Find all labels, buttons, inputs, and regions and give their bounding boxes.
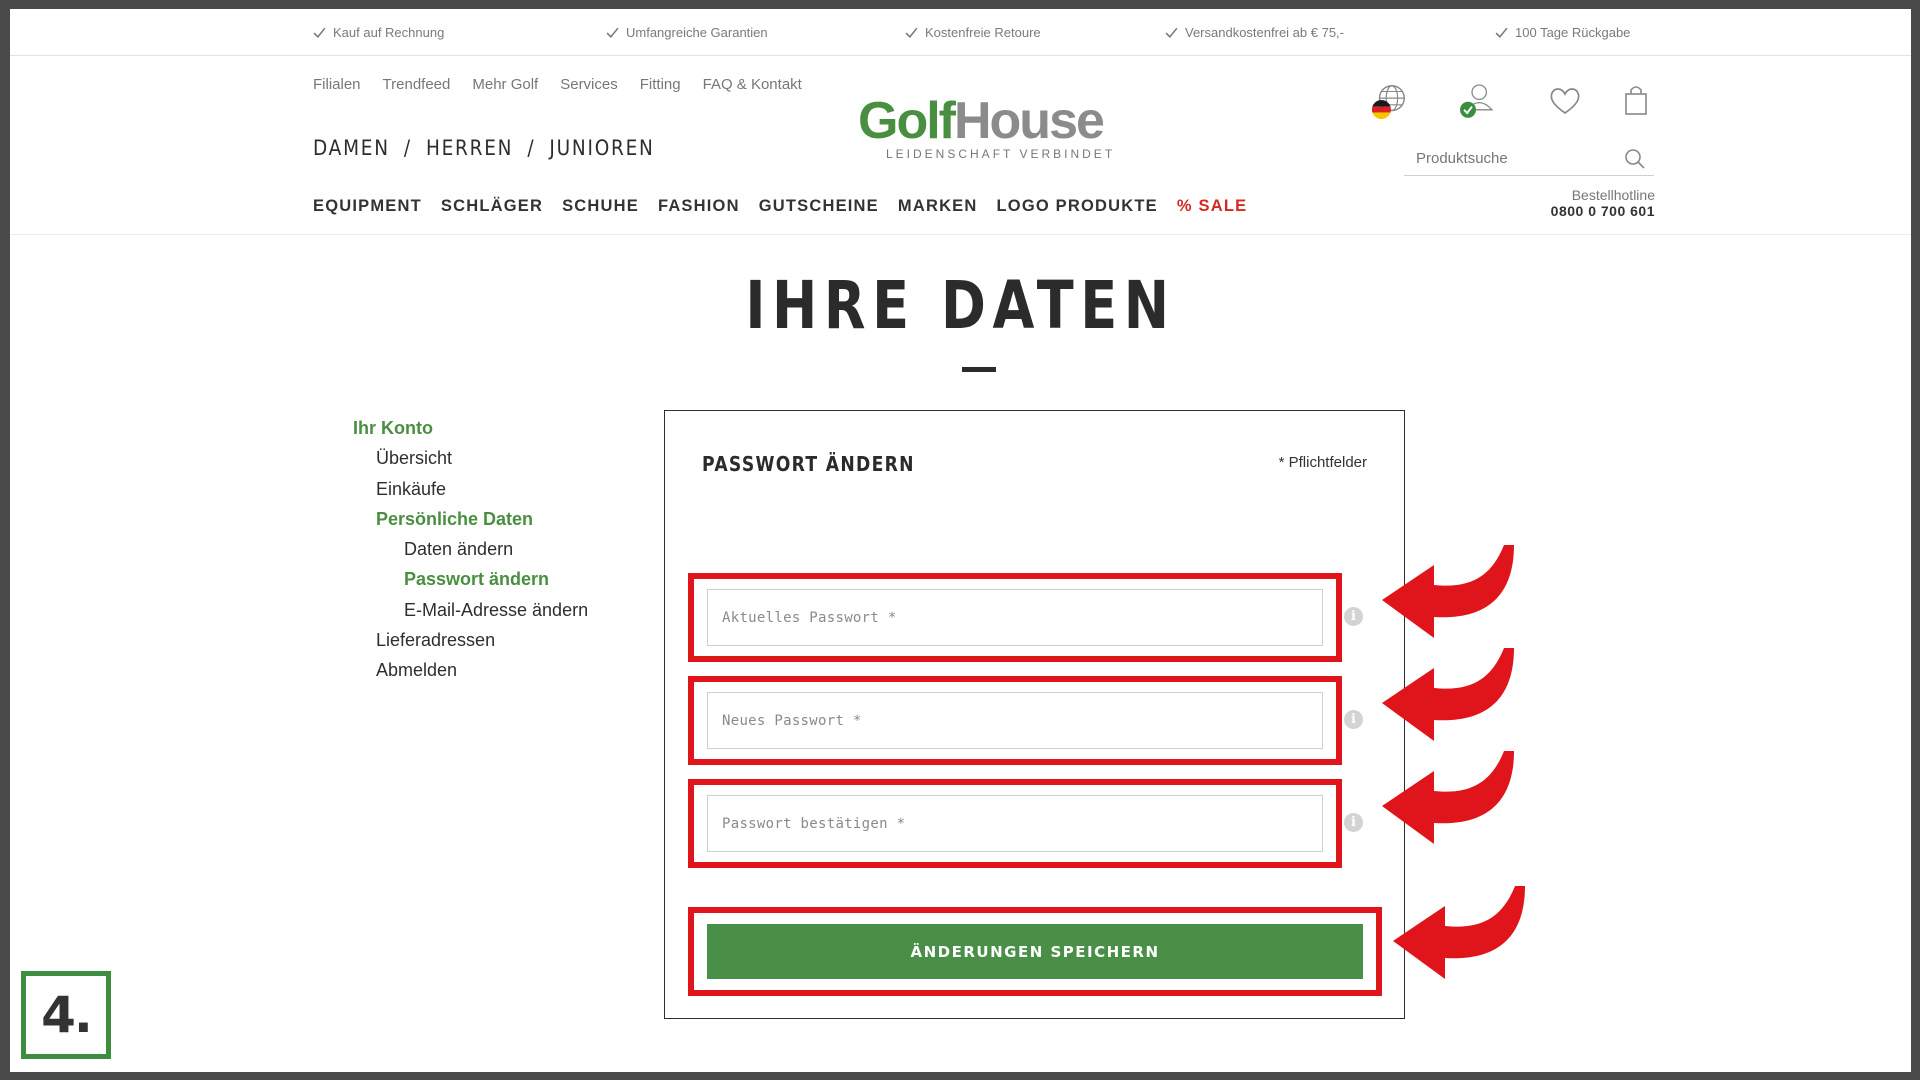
sidebar-item-uebersicht[interactable]: Übersicht <box>353 443 588 473</box>
globe-icon <box>1371 85 1405 120</box>
language-button[interactable] <box>1370 79 1410 123</box>
search-input[interactable] <box>1404 150 1624 167</box>
usp-text: Kauf auf Rechnung <box>333 25 445 40</box>
check-icon <box>1165 27 1178 38</box>
current-password-field <box>707 589 1323 646</box>
wishlist-button[interactable] <box>1545 79 1585 123</box>
curved-arrow-icon <box>1382 751 1514 844</box>
main-nav-gutscheine[interactable]: GUTSCHEINE <box>759 197 879 216</box>
step-number-badge: 4. <box>21 971 111 1059</box>
logo-tagline: LEIDENSCHAFT VERBINDET <box>886 147 1116 161</box>
title-underline <box>962 367 996 372</box>
main-nav-sale[interactable]: % SALE <box>1177 197 1247 216</box>
meta-nav-filialen[interactable]: Filialen <box>313 76 361 93</box>
highlight-confirm-password <box>688 779 1342 868</box>
usp-item: Umfangreiche Garantien <box>606 25 768 40</box>
logo-word-house: House <box>953 92 1105 150</box>
product-search <box>1404 142 1654 176</box>
highlight-new-password <box>688 676 1342 765</box>
cart-button[interactable] <box>1616 79 1656 123</box>
usp-bar: Kauf auf Rechnung Umfangreiche Garantien… <box>10 9 1911 56</box>
usp-text: 100 Tage Rückgabe <box>1515 25 1631 40</box>
curved-arrow-icon <box>1393 886 1525 979</box>
meta-nav-mehr-golf[interactable]: Mehr Golf <box>472 76 538 93</box>
main-nav-equipment[interactable]: EQUIPMENT <box>313 197 422 216</box>
meta-nav-services[interactable]: Services <box>560 76 618 93</box>
usp-item: 100 Tage Rückgabe <box>1495 25 1630 40</box>
info-icon[interactable]: i <box>1344 607 1363 626</box>
sidebar-item-email-aendern[interactable]: E-Mail-Adresse ändern <box>353 595 588 625</box>
hotline-label: Bestellhotline <box>1571 187 1655 203</box>
highlight-save-button: ÄNDERUNGEN SPEICHERN <box>688 907 1382 996</box>
header-divider <box>10 234 1911 235</box>
meta-nav-fitting[interactable]: Fitting <box>640 76 681 93</box>
main-nav-logo-produkte[interactable]: LOGO PRODUKTE <box>997 197 1158 216</box>
account-button[interactable] <box>1456 79 1496 123</box>
highlight-current-password <box>688 573 1342 662</box>
usp-text: Kostenfreie Retoure <box>925 25 1041 40</box>
gender-nav-herren[interactable]: HERREN <box>426 136 513 160</box>
check-icon <box>905 27 918 38</box>
logged-in-check-icon <box>1460 101 1476 118</box>
page-frame: Kauf auf Rechnung Umfangreiche Garantien… <box>10 9 1911 1072</box>
gender-nav: DAMEN / HERREN / JUNIOREN <box>313 136 655 160</box>
sidebar-item-daten-aendern[interactable]: Daten ändern <box>353 534 588 564</box>
account-sidebar: Ihr Konto Übersicht Einkäufe Persönliche… <box>353 413 588 686</box>
confirm-password-input[interactable] <box>708 796 1322 851</box>
save-changes-button[interactable]: ÄNDERUNGEN SPEICHERN <box>707 924 1363 979</box>
meta-nav-trendfeed[interactable]: Trendfeed <box>383 76 451 93</box>
sidebar-item-lieferadressen[interactable]: Lieferadressen <box>353 625 588 655</box>
main-nav-schlaeger[interactable]: SCHLÄGER <box>441 197 543 216</box>
usp-item: Versandkostenfrei ab € 75,- <box>1165 25 1344 40</box>
new-password-input[interactable] <box>708 693 1322 748</box>
curved-arrow-icon <box>1382 648 1514 741</box>
shopping-bag-icon <box>1625 86 1647 115</box>
gender-nav-separator: / <box>527 136 536 160</box>
logo-wordmark: GolfHouse <box>858 92 1105 150</box>
sidebar-item-persoenliche-daten[interactable]: Persönliche Daten <box>353 504 588 534</box>
sidebar-item-passwort-aendern[interactable]: Passwort ändern <box>353 564 588 594</box>
main-nav: EQUIPMENT SCHLÄGER SCHUHE FASHION GUTSCH… <box>313 197 1247 216</box>
user-icon <box>1460 84 1494 118</box>
current-password-input[interactable] <box>708 590 1322 645</box>
usp-text: Versandkostenfrei ab € 75,- <box>1185 25 1344 40</box>
logo-word-golf: Golf <box>858 92 956 150</box>
usp-item: Kauf auf Rechnung <box>313 25 444 40</box>
golfhouse-logo[interactable]: GolfHouse LEIDENSCHAFT VERBINDET <box>858 92 1116 173</box>
panel-title: PASSWORT ÄNDERN <box>702 452 915 476</box>
main-nav-marken[interactable]: MARKEN <box>898 197 978 216</box>
check-icon <box>1495 27 1508 38</box>
gender-nav-damen[interactable]: DAMEN <box>313 136 390 160</box>
required-fields-note: * Pflichtfelder <box>1278 454 1367 471</box>
gender-nav-separator: / <box>403 136 412 160</box>
new-password-field <box>707 692 1323 749</box>
hotline-number[interactable]: 0800 0 700 601 <box>1551 203 1655 219</box>
page-title: IHRE DATEN <box>745 267 1176 344</box>
usp-item: Kostenfreie Retoure <box>905 25 1041 40</box>
meta-nav: Filialen Trendfeed Mehr Golf Services Fi… <box>313 76 802 93</box>
curved-arrow-icon <box>1382 545 1514 638</box>
order-hotline: Bestellhotline 0800 0 700 601 <box>1551 187 1655 219</box>
usp-text: Umfangreiche Garantien <box>626 25 768 40</box>
info-icon[interactable]: i <box>1344 710 1363 729</box>
meta-nav-faq-kontakt[interactable]: FAQ & Kontakt <box>703 76 802 93</box>
check-icon <box>313 27 326 38</box>
main-nav-fashion[interactable]: FASHION <box>658 197 740 216</box>
header-icons <box>1370 79 1660 129</box>
confirm-password-field <box>707 795 1323 852</box>
heart-icon <box>1550 88 1580 115</box>
sidebar-item-einkaeufe[interactable]: Einkäufe <box>353 474 588 504</box>
search-icon[interactable] <box>1624 148 1646 170</box>
german-flag-icon <box>1371 100 1391 120</box>
info-icon[interactable]: i <box>1344 813 1363 832</box>
gender-nav-junioren[interactable]: JUNIOREN <box>549 136 654 160</box>
main-nav-schuhe[interactable]: SCHUHE <box>562 197 639 216</box>
sidebar-item-abmelden[interactable]: Abmelden <box>353 655 588 685</box>
check-icon <box>606 27 619 38</box>
sidebar-item-ihr-konto[interactable]: Ihr Konto <box>353 413 588 443</box>
